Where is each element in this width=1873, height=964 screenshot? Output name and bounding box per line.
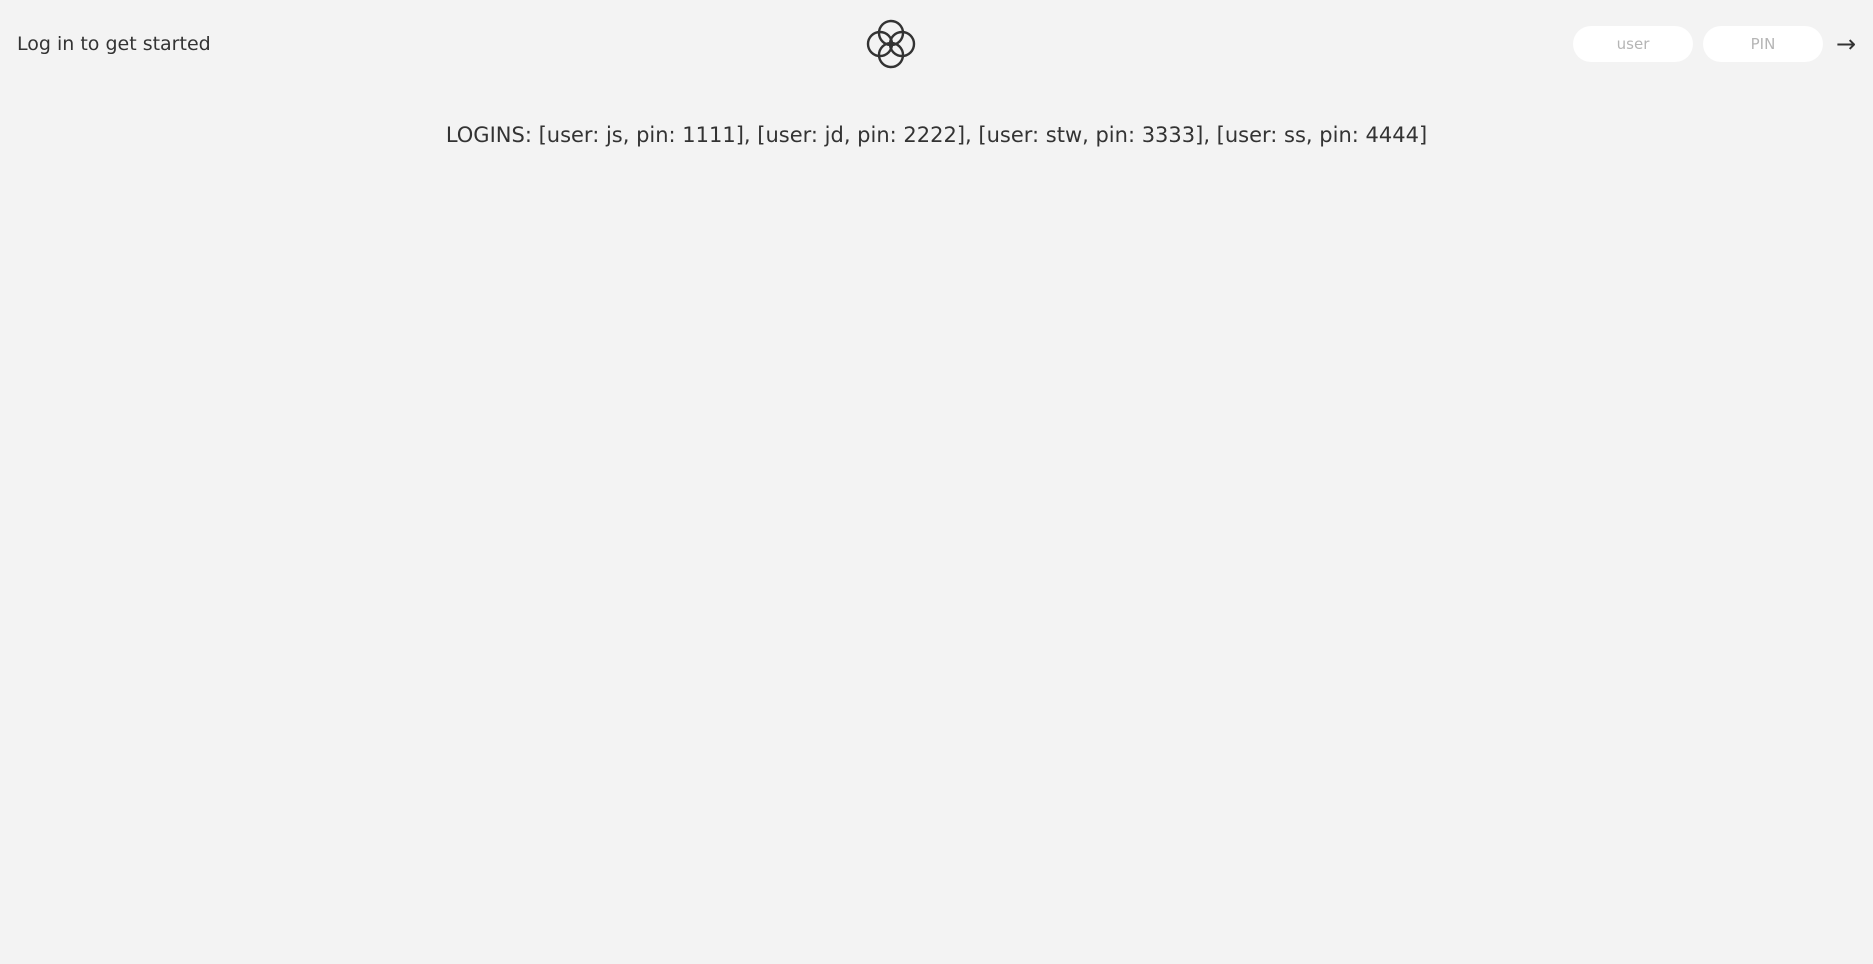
logo-icon	[864, 17, 918, 71]
user-input[interactable]	[1573, 26, 1693, 62]
login-arrow-button[interactable]: →	[1833, 26, 1859, 62]
app-page: Log in to get started → LOGINS: [user: j…	[0, 0, 1873, 964]
pin-input[interactable]	[1703, 26, 1823, 62]
logins-hint: LOGINS: [user: js, pin: 1111], [user: jd…	[445, 123, 1428, 147]
welcome-message: Log in to get started	[17, 33, 211, 55]
login-form: →	[1573, 26, 1859, 62]
top-nav: Log in to get started →	[0, 0, 1873, 88]
